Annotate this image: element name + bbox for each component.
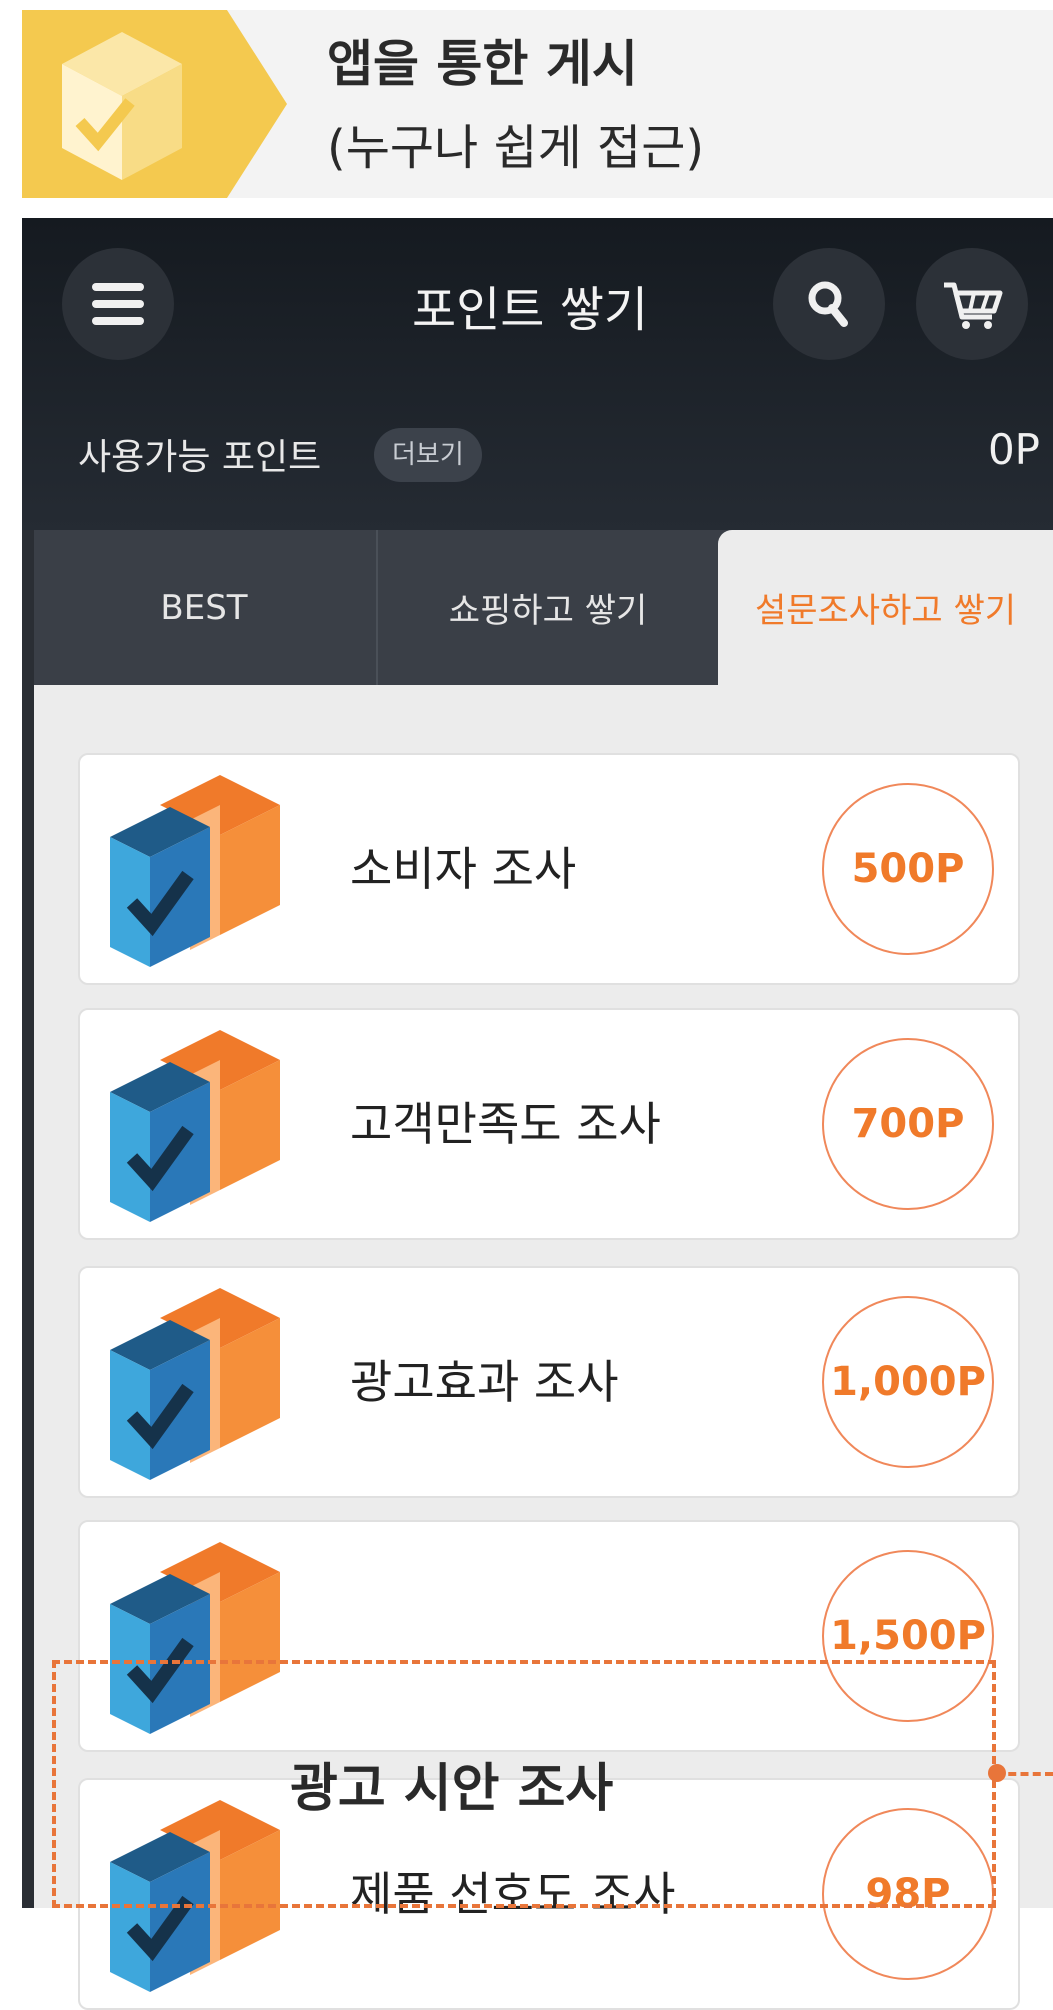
cart-button[interactable] bbox=[916, 248, 1028, 360]
points-badge: 500P bbox=[822, 783, 994, 955]
survey-title: 광고효과 조사 bbox=[350, 1355, 619, 1409]
points-badge: 700P bbox=[822, 1038, 994, 1210]
survey-logo-icon bbox=[110, 775, 280, 967]
annotation-label: 광고 시안 조사 bbox=[290, 1759, 614, 1819]
search-button[interactable] bbox=[773, 248, 885, 360]
tab-best[interactable]: BEST bbox=[34, 530, 374, 685]
survey-logo-icon bbox=[22, 10, 287, 198]
available-points-label: 사용가능 포인트 bbox=[78, 437, 322, 478]
more-button[interactable]: 더보기 bbox=[374, 428, 482, 482]
survey-title: 고객만족도 조사 bbox=[350, 1097, 661, 1151]
survey-logo-icon bbox=[110, 1030, 280, 1222]
survey-title: 소비자 조사 bbox=[350, 842, 577, 896]
banner-title: 앱을 통한 게시 bbox=[327, 35, 638, 93]
banner-subtitle: (누구나 쉽게 접근) bbox=[327, 120, 705, 176]
app-header bbox=[22, 218, 1053, 530]
survey-card[interactable]: 소비자 조사 500P bbox=[78, 753, 1020, 985]
search-icon bbox=[808, 281, 848, 327]
points-badge: 1,000P bbox=[822, 1296, 994, 1468]
tab-survey[interactable]: 설문조사하고 쌓기 bbox=[718, 530, 1053, 685]
points-value: 0P bbox=[987, 425, 1040, 474]
survey-card[interactable]: 광고효과 조사 1,000P bbox=[78, 1266, 1020, 1498]
survey-card[interactable]: 고객만족도 조사 700P bbox=[78, 1008, 1020, 1240]
menu-button[interactable] bbox=[62, 248, 174, 360]
hamburger-icon bbox=[92, 283, 144, 325]
annotation-dot bbox=[988, 1764, 1006, 1782]
tab-shopping[interactable]: 쇼핑하고 쌓기 bbox=[376, 530, 718, 685]
app-title: 포인트 쌓기 bbox=[411, 282, 649, 338]
survey-logo-icon bbox=[110, 1288, 280, 1480]
cart-icon bbox=[944, 282, 1003, 329]
